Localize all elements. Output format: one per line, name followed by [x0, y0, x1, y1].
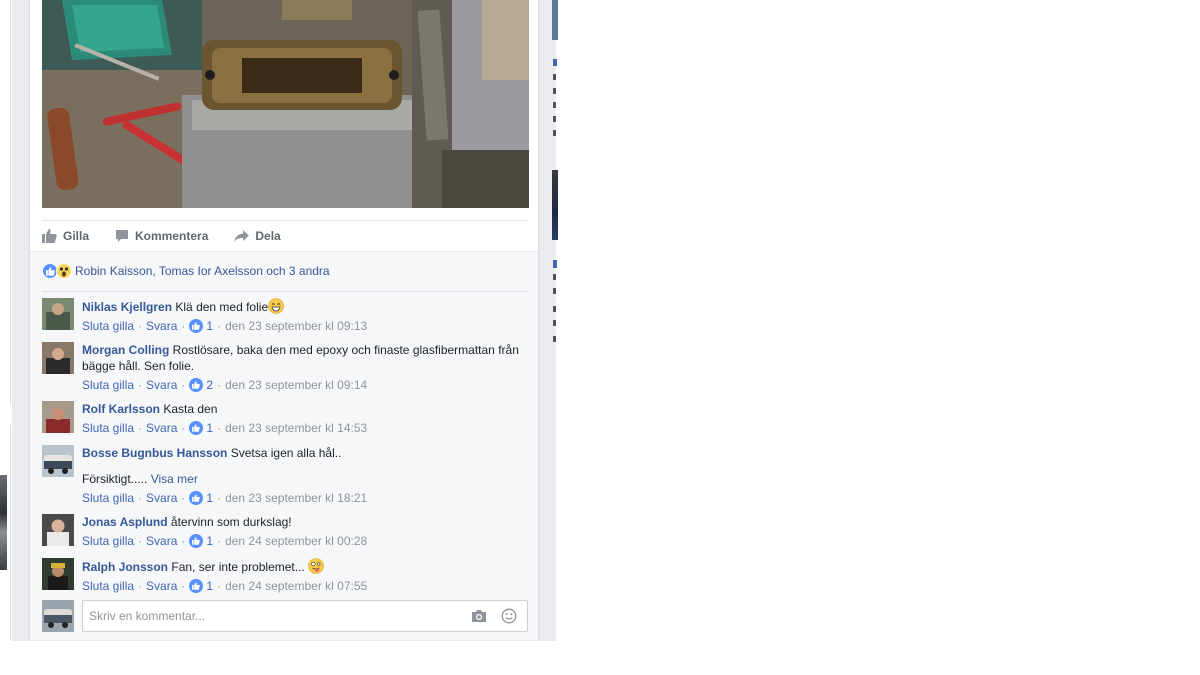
comment-like-count[interactable]: 1 [189, 420, 213, 436]
comment-text: återvinn som durkslag! [170, 515, 292, 529]
avatar[interactable] [42, 558, 74, 590]
avatar[interactable] [42, 298, 74, 330]
reply-link[interactable]: Svara [146, 377, 177, 393]
share-button[interactable]: Dela [234, 229, 281, 243]
comment-item: Morgan Colling Rostlösare, baka den med … [42, 342, 528, 396]
avatar[interactable] [42, 401, 74, 433]
left-column-thumbnail[interactable] [0, 475, 7, 570]
comment-like-count[interactable]: 1 [189, 318, 213, 334]
unlike-link[interactable]: Sluta gilla [82, 490, 134, 506]
left-column-edge [0, 0, 12, 675]
avatar[interactable] [42, 445, 74, 477]
comment-like-count[interactable]: 1 [189, 578, 213, 594]
reply-link[interactable]: Svara [146, 318, 177, 334]
post-photo[interactable] [42, 0, 529, 208]
comment-like-count[interactable]: 2 [189, 377, 213, 393]
like-reaction-icon [189, 579, 204, 593]
like-reaction-icon [189, 534, 204, 548]
comment-author[interactable]: Niklas Kjellgren [82, 300, 172, 314]
comment-item: Bosse Bugnbus Hansson Svetsa igen alla h… [42, 445, 528, 509]
comment-input-placeholder: Skriv en kommentar... [89, 609, 206, 623]
comment-timestamp[interactable]: den 23 september kl 14:53 [225, 420, 367, 436]
share-label: Dela [255, 229, 281, 243]
like-reaction-icon [189, 421, 204, 435]
right-column-thumbnail[interactable] [552, 0, 558, 40]
comment-text-continued: Försiktigt..... [82, 472, 148, 486]
like-reaction-icon [189, 491, 204, 505]
right-column-text-fragment [552, 58, 558, 146]
grin-emoji-icon [268, 298, 284, 314]
comment-timestamp[interactable]: den 23 september kl 09:14 [225, 377, 367, 393]
smiley-icon[interactable] [501, 608, 517, 624]
unlike-link[interactable]: Sluta gilla [82, 318, 134, 334]
right-column-text-fragment [552, 258, 558, 348]
comment-text: Klä den med folie [175, 300, 269, 314]
comment-timestamp[interactable]: den 24 september kl 07:55 [225, 578, 367, 594]
comment-item: Rolf Karlsson Kasta den Sluta gilla · Sv… [42, 401, 528, 441]
comment-item: Niklas Kjellgren Klä den med folie Sluta… [42, 298, 528, 338]
comment-author[interactable]: Rolf Karlsson [82, 402, 160, 416]
see-more-link[interactable]: Visa mer [151, 472, 198, 486]
reactions-summary[interactable]: Robin Kaisson, Tomas Ior Axelsson och 3 … [42, 263, 528, 292]
comment-button[interactable]: Kommentera [115, 229, 208, 243]
like-label: Gilla [63, 229, 90, 243]
comment-input[interactable]: Skriv en kommentar... [82, 600, 528, 632]
camera-icon[interactable] [471, 609, 487, 623]
comment-timestamp[interactable]: den 23 september kl 18:21 [225, 490, 367, 506]
post-card: Gilla Kommentera Dela Robin Kaisson, Tom… [29, 0, 539, 640]
comment-composer: Skriv en kommentar... [42, 600, 528, 632]
avatar[interactable] [42, 600, 74, 632]
share-arrow-icon [234, 230, 250, 242]
avatar[interactable] [42, 514, 74, 546]
avatar[interactable] [42, 342, 74, 374]
comments-section: Robin Kaisson, Tomas Ior Axelsson och 3 … [30, 251, 538, 640]
comment-author[interactable]: Jonas Asplund [82, 515, 168, 529]
like-reaction-icon [189, 319, 204, 333]
comment-like-count[interactable]: 1 [189, 533, 213, 549]
comment-label: Kommentera [135, 229, 209, 243]
unlike-link[interactable]: Sluta gilla [82, 420, 134, 436]
comment-text: Kasta den [163, 402, 218, 416]
thumbs-up-icon [42, 229, 57, 243]
comment-text: Fan, ser inte problemet... [171, 560, 305, 574]
comment-timestamp[interactable]: den 24 september kl 00:28 [225, 533, 367, 549]
tongue-emoji-icon [308, 558, 324, 574]
reactions-names[interactable]: Robin Kaisson, Tomas Ior Axelsson och 3 … [75, 263, 330, 279]
comment-author[interactable]: Ralph Jonsson [82, 560, 168, 574]
comment-author[interactable]: Bosse Bugnbus Hansson [82, 446, 227, 460]
comment-like-count[interactable]: 1 [189, 490, 213, 506]
comment-author[interactable]: Morgan Colling [82, 343, 169, 357]
reply-link[interactable]: Svara [146, 490, 177, 506]
comment-text: Svetsa igen alla hål.. [230, 446, 342, 460]
unlike-link[interactable]: Sluta gilla [82, 578, 134, 594]
right-column-thumbnail[interactable] [552, 170, 558, 240]
wow-reaction-icon [56, 263, 72, 279]
comment-item: Ralph Jonsson Fan, ser inte problemet...… [42, 558, 528, 598]
post-actions-bar: Gilla Kommentera Dela [42, 220, 528, 251]
reply-link[interactable]: Svara [146, 533, 177, 549]
unlike-link[interactable]: Sluta gilla [82, 533, 134, 549]
speech-bubble-icon [116, 230, 129, 242]
comment-timestamp[interactable]: den 23 september kl 09:13 [225, 318, 367, 334]
like-button[interactable]: Gilla [42, 229, 89, 243]
comment-item: Jonas Asplund återvinn som durkslag! Slu… [42, 514, 528, 554]
reply-link[interactable]: Svara [146, 420, 177, 436]
like-reaction-icon [189, 378, 204, 392]
unlike-link[interactable]: Sluta gilla [82, 377, 134, 393]
reply-link[interactable]: Svara [146, 578, 177, 594]
